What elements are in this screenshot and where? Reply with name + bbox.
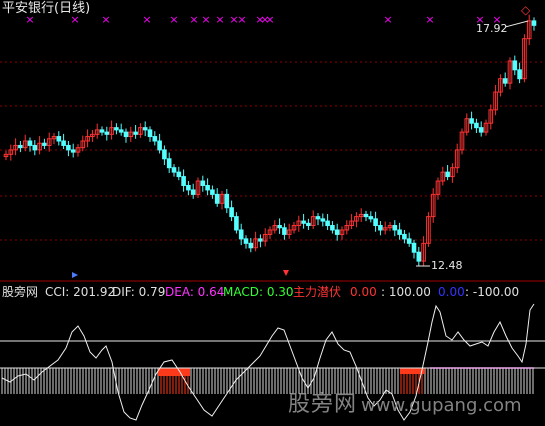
candle-body — [70, 149, 76, 153]
candle-body — [243, 238, 249, 244]
candle-body — [238, 229, 244, 240]
macd-value: MACD: 0.30 — [223, 285, 294, 299]
signal-marker: × — [237, 13, 246, 26]
candle-body — [248, 242, 254, 249]
candle-body — [517, 69, 522, 80]
candle-body — [200, 180, 206, 186]
blue-triangle-marker — [72, 272, 78, 278]
candle-body — [229, 207, 234, 218]
low-price-label: 12.48 — [431, 259, 463, 272]
candle-body — [258, 238, 263, 242]
level-100: : 100.00 — [381, 285, 431, 299]
chart-title: 平安银行(日线) — [2, 1, 91, 16]
candle-body — [18, 144, 23, 149]
signal-marker: × — [215, 13, 224, 26]
candle-body — [61, 140, 66, 146]
level-neg100: : -100.00 — [465, 285, 520, 299]
candle-body — [66, 144, 71, 151]
candle-body — [411, 242, 417, 253]
candle-body — [205, 184, 210, 191]
blue-value: 0.00 — [438, 285, 465, 299]
candle-body — [445, 171, 450, 178]
price-grid — [0, 61, 545, 282]
signal-marker: × — [189, 13, 198, 26]
watermark-text: 股旁网 — [288, 392, 358, 417]
red-marker — [283, 270, 289, 276]
candle-body — [330, 225, 335, 231]
candle-body — [306, 222, 311, 227]
high-arrow — [504, 20, 529, 28]
candle-body — [190, 189, 196, 195]
candle-body — [56, 136, 62, 142]
candle-body — [118, 129, 124, 133]
candle-body — [186, 184, 191, 191]
signal-marker: × — [383, 13, 392, 26]
candle-body — [104, 131, 110, 135]
watermark: 股旁网 www.gupang.com — [288, 386, 522, 418]
candle-body — [502, 78, 508, 84]
signal-marker: × — [142, 13, 151, 26]
candle-body — [27, 140, 33, 146]
signal-markers: × × × × × × × × ×× ××× × × × × — [25, 13, 501, 26]
candle-body — [277, 225, 282, 229]
candle-body — [334, 229, 340, 235]
chart-canvas: × × × × × × × × ×× ××× × × × × — [0, 13, 545, 421]
signal-marker: × — [425, 13, 434, 26]
candle-body — [397, 229, 402, 235]
candle-body — [176, 171, 182, 178]
candle-body — [512, 60, 518, 71]
candle-body — [373, 218, 378, 227]
zhuli-value: 0.00 — [350, 285, 377, 299]
candle-body — [416, 251, 422, 262]
dea-value: DEA: 0.64 — [165, 285, 225, 299]
candle-body — [402, 233, 407, 240]
price-candles — [3, 14, 537, 267]
candle-body — [392, 225, 398, 231]
red-block — [158, 368, 190, 376]
candle-body — [42, 142, 47, 146]
candle-body — [378, 225, 383, 231]
candle-body — [142, 127, 148, 131]
candle-body — [210, 189, 215, 195]
candle-body — [469, 118, 474, 124]
candle-body — [147, 129, 153, 138]
dif-value: DIF: 0.79 — [112, 285, 166, 299]
candle-body — [531, 20, 537, 26]
candle-body — [133, 131, 138, 135]
zhuli-label: 主力潜伏 — [293, 285, 342, 299]
candle-body — [152, 136, 158, 142]
candle-body — [166, 158, 172, 169]
indicator-name[interactable]: 股旁网 — [2, 284, 38, 300]
candle-body — [363, 213, 369, 218]
candle-body — [99, 129, 105, 133]
candle-body — [325, 220, 330, 227]
candle-body — [32, 144, 38, 151]
signal-marker: × — [101, 13, 110, 26]
candle-body — [181, 176, 186, 186]
candle-body — [162, 149, 167, 160]
candle-body — [114, 127, 119, 131]
candle-body — [478, 127, 484, 133]
signal-marker: × — [201, 13, 210, 26]
candle-body — [123, 131, 129, 138]
cci-value: CCI: 201.92 — [45, 285, 116, 299]
candle-body — [320, 218, 326, 222]
high-price-label: 17.92 — [476, 22, 508, 35]
candle-body — [157, 140, 162, 151]
candle-body — [301, 220, 306, 224]
signal-marker: × — [169, 13, 178, 26]
candle-body — [214, 193, 220, 204]
candle-body — [234, 216, 239, 231]
signal-marker: × — [265, 13, 274, 26]
diamond-icon: ◇ — [521, 3, 531, 17]
candle-body — [224, 193, 230, 209]
candle-body — [315, 216, 321, 220]
candle-body — [474, 122, 479, 129]
candle-body — [282, 227, 287, 235]
candle-body — [368, 216, 374, 220]
candle-body — [406, 238, 412, 244]
watermark-url: www.gupang.com — [361, 395, 522, 416]
candle-body — [171, 167, 177, 173]
